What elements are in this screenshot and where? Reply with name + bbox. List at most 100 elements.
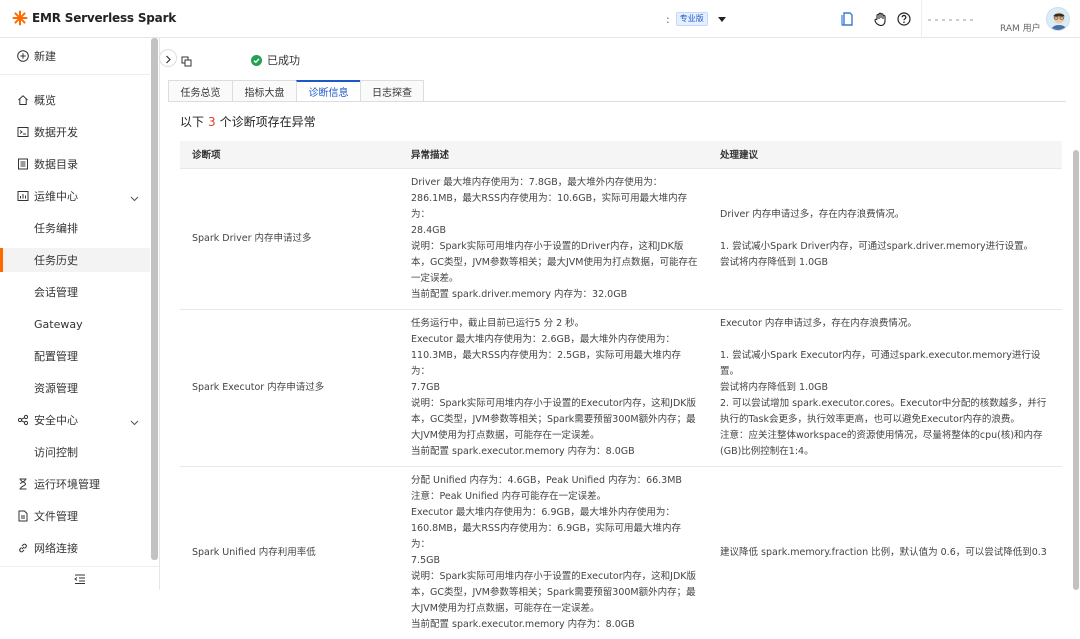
suggestion-line: 尝试将内存降低到 1.0GB bbox=[720, 256, 829, 268]
masked-account-name bbox=[928, 6, 988, 21]
description-line: 当前配置 spark.driver.memory 内存为：32.0GB bbox=[411, 288, 628, 300]
sidebar-item-label: 配置管理 bbox=[34, 350, 78, 363]
sidebar-item-data-catalog[interactable]: 数据目录 bbox=[0, 152, 150, 176]
anomaly-description: Driver 最大堆内存使用为：7.8GB，最大堆外内存使用为： 286.1MB，… bbox=[401, 167, 710, 309]
chevron-down-icon bbox=[130, 192, 139, 205]
copy-icon[interactable] bbox=[181, 52, 192, 71]
app-title: EMR Serverless Spark bbox=[32, 11, 177, 25]
sidebar-item-file-management[interactable]: 文件管理 bbox=[0, 504, 150, 528]
main-scrollbar[interactable] bbox=[1073, 150, 1079, 590]
suggestion-line: 1. 尝试减小Spark Driver内存，可通过spark.driver.me… bbox=[720, 240, 1034, 252]
description-line: 说明：Spark实际可用堆内存小于设置的Executor内存，这和JDK版本，G… bbox=[411, 397, 697, 441]
anomaly-description: 任务运行中，截止目前已运行5 分 2 秒。 Executor 最大堆内存使用为：2… bbox=[401, 308, 710, 466]
diagnosis-summary: 以下 3 个诊断项存在异常 bbox=[180, 113, 316, 130]
tab-bar: 任务总览 指标大盘 诊断信息 日志探查 bbox=[168, 80, 424, 102]
terminal-icon bbox=[17, 126, 29, 138]
suggestion-line: Driver 内存申请过多，存在内存浪费情况。 bbox=[720, 208, 905, 220]
sidebar-item-label: 文件管理 bbox=[34, 510, 78, 523]
sidebar-item-label: 会话管理 bbox=[34, 286, 78, 299]
sidebar-item-config-management[interactable]: 配置管理 bbox=[0, 344, 150, 368]
sidebar-item-access-control[interactable]: 访问控制 bbox=[0, 440, 150, 464]
diagnosis-table: 诊断项 异常描述 处理建议 Spark Driver 内存申请过多 Driver … bbox=[180, 141, 1062, 639]
user-role: RAM 用户 bbox=[1000, 24, 1041, 34]
description-line: Executor 最大堆内存使用为：6.9GB，最大堆外内存使用为： bbox=[411, 506, 675, 518]
sidebar-item-label: 资源管理 bbox=[34, 382, 78, 395]
summary-prefix: 以下 bbox=[180, 115, 205, 129]
diagnosis-item: Spark Unified 内存利用率低 bbox=[180, 465, 401, 639]
summary-suffix: 个诊断项存在异常 bbox=[219, 115, 316, 129]
handling-suggestion: Driver 内存申请过多，存在内存浪费情况。 1. 尝试减小Spark Driv… bbox=[710, 167, 1062, 309]
sidebar: 新建 概览 数据开发 数据目录 运维中心 任务编排 任务历史 会话管理 Gate… bbox=[0, 38, 160, 590]
sidebar-item-gateway[interactable]: Gateway bbox=[0, 312, 150, 336]
suggestion-line: 建议降低 spark.memory.fraction 比例，默认值为 0.6，可… bbox=[720, 546, 1047, 558]
top-bar: EMR Serverless Spark : 专业版 RAM 用户 bbox=[0, 0, 1080, 38]
tab-task-overview[interactable]: 任务总览 bbox=[168, 80, 232, 102]
expand-panel-button[interactable] bbox=[159, 49, 177, 67]
description-line: 28.4GB bbox=[411, 224, 447, 236]
document-icon[interactable] bbox=[838, 10, 856, 28]
help-icon[interactable] bbox=[895, 10, 913, 28]
sidebar-item-label: 数据目录 bbox=[34, 158, 78, 171]
sidebar-item-label: 访问控制 bbox=[34, 446, 78, 459]
ops-icon bbox=[17, 190, 29, 202]
description-line: 任务运行中，截止目前已运行5 分 2 秒。 bbox=[411, 317, 585, 329]
menu-fold-icon bbox=[73, 569, 86, 588]
catalog-icon bbox=[17, 158, 29, 170]
edition-badge: 专业版 bbox=[675, 12, 708, 26]
emr-logo-icon bbox=[12, 10, 28, 26]
top-divider bbox=[921, 0, 922, 38]
new-button[interactable]: 新建 bbox=[0, 44, 150, 68]
edition-selector[interactable]: : 专业版 bbox=[666, 12, 726, 26]
suggestion-line: Executor 内存申请过多，存在内存浪费情况。 bbox=[720, 317, 917, 329]
suggestion-line: 1. 尝试减小Spark Executor内存，可通过spark.executo… bbox=[720, 349, 1041, 377]
sidebar-item-session-management[interactable]: 会话管理 bbox=[0, 280, 150, 304]
diagnosis-item: Spark Executor 内存申请过多 bbox=[180, 308, 401, 466]
table-header-row: 诊断项 异常描述 处理建议 bbox=[180, 141, 1062, 168]
tab-underline bbox=[168, 101, 1066, 102]
sidebar-item-task-orchestration[interactable]: 任务编排 bbox=[0, 216, 150, 240]
sidebar-collapse-toggle[interactable] bbox=[0, 566, 159, 590]
tab-metrics-dashboard[interactable]: 指标大盘 bbox=[232, 80, 296, 102]
avatar[interactable] bbox=[1046, 7, 1070, 31]
suggestion-line: 注意：应关注整体workspace的资源使用情况，尽量将整体的cpu(核)和内存… bbox=[720, 429, 1043, 457]
sidebar-item-runtime-environment[interactable]: 运行环境管理 bbox=[0, 472, 150, 496]
new-label: 新建 bbox=[34, 50, 56, 63]
sidebar-item-label: 任务编排 bbox=[34, 222, 78, 235]
description-line: 286.1MB，最大RSS内存使用为：10.6GB，实际可用最大堆内存为： bbox=[411, 192, 688, 220]
column-header-item: 诊断项 bbox=[180, 141, 401, 168]
link-icon bbox=[17, 542, 29, 554]
task-status: 已成功 bbox=[251, 52, 300, 68]
home-icon bbox=[17, 94, 29, 106]
tab-diagnostics[interactable]: 诊断信息 bbox=[296, 80, 360, 102]
tab-log-explorer[interactable]: 日志探查 bbox=[360, 80, 424, 102]
sidebar-item-network-connection[interactable]: 网络连接 bbox=[0, 536, 150, 560]
description-line: 7.7GB bbox=[411, 381, 440, 393]
handling-suggestion: Executor 内存申请过多，存在内存浪费情况。 1. 尝试减小Spark Ex… bbox=[710, 308, 1062, 466]
file-icon bbox=[17, 510, 29, 522]
caret-down-icon bbox=[717, 16, 726, 22]
description-line: 分配 Unified 内存为：4.6GB，Peak Unified 内存为：66… bbox=[411, 474, 682, 486]
edition-prefix: : bbox=[666, 12, 670, 26]
hand-icon[interactable] bbox=[871, 10, 889, 28]
description-line: Executor 最大堆内存使用为：2.6GB，最大堆外内存使用为： bbox=[411, 333, 675, 345]
security-icon bbox=[17, 414, 29, 426]
sidebar-item-overview[interactable]: 概览 bbox=[0, 88, 150, 112]
sidebar-item-label: 数据开发 bbox=[34, 126, 78, 139]
anomaly-count: 3 bbox=[208, 115, 216, 129]
sidebar-item-resource-management[interactable]: 资源管理 bbox=[0, 376, 150, 400]
suggestion-line: 2. 可以尝试增加 spark.executor.cores。Executor中… bbox=[720, 397, 1047, 425]
sidebar-item-task-history[interactable]: 任务历史 bbox=[0, 248, 150, 272]
sidebar-scrollbar[interactable] bbox=[151, 38, 158, 560]
hourglass-icon bbox=[17, 478, 29, 490]
description-line: 7.5GB bbox=[411, 554, 440, 566]
table-row: Spark Executor 内存申请过多 任务运行中，截止目前已运行5 分 2 … bbox=[180, 308, 1062, 466]
diagnosis-item: Spark Driver 内存申请过多 bbox=[180, 167, 401, 309]
sidebar-item-security-center[interactable]: 安全中心 bbox=[0, 408, 150, 432]
sidebar-item-ops-center[interactable]: 运维中心 bbox=[0, 184, 150, 208]
sidebar-divider bbox=[0, 74, 150, 75]
sidebar-item-label: 网络连接 bbox=[34, 542, 78, 555]
app-logo[interactable]: EMR Serverless Spark bbox=[12, 10, 176, 26]
description-line: 110.3MB，最大RSS内存使用为：2.5GB，实际可用最大堆内存为： bbox=[411, 349, 682, 377]
sidebar-item-data-development[interactable]: 数据开发 bbox=[0, 120, 150, 144]
chevron-right-icon bbox=[165, 49, 172, 68]
